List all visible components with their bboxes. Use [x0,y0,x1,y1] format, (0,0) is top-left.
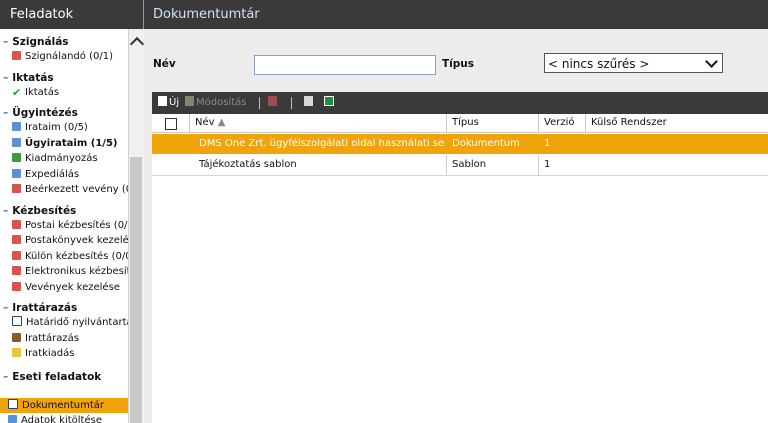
table-row[interactable]: DMS One Zrt. ügyfélszolgálati oldal hasz… [152,134,768,154]
page-title: Dokumentumtár [144,0,768,29]
sidebar-item-beerkezett-veveny[interactable]: Beérkezett vevény (0) [0,182,128,198]
cell-divider [446,155,447,175]
sidebar-menu: Szignálás Szignálandó (0/1) Iktatás ✔Ikt… [0,29,128,423]
sidebar-item-postakonyvek[interactable]: Postakönyvek kezelése [0,233,128,249]
scroll-up-icon[interactable] [129,36,145,52]
sidebar-item-elektronikus-kezbesites[interactable]: Elektronikus kézbesítés [0,264,128,280]
document-grid: Név ▲ Típus Verzió Külső Rendszer DMS On… [152,114,768,423]
type-label: Típus [442,58,475,70]
courier-icon [12,250,21,260]
word-document-icon [8,398,18,409]
sidebar-item-hatarido[interactable]: Határidő nyilvántartás [0,315,128,331]
type-filter-select[interactable]: < nincs szűrés > [544,53,723,73]
archive-icon [12,332,21,342]
sidebar-item-vevenyek[interactable]: Vevények kezelése [0,280,128,296]
group-ugyintezes[interactable]: Ügyintézés [0,106,128,120]
delete-button[interactable] [268,96,279,110]
receipt-icon [12,281,21,291]
new-button[interactable]: Új [158,96,179,110]
sidebar-item-postai-kezbesites[interactable]: Postai kézbesítés (0/0) [0,218,128,234]
send-icon [12,168,21,178]
red-mail-icon [12,51,21,60]
sidebar-item-ugyirataim[interactable]: Ügyirataim (1/5) [0,136,128,152]
sidebar-item-dokumentumtar[interactable]: Dokumentumtár [0,397,128,413]
table-row[interactable]: Tájékoztatás sablon Sablon 1 [152,155,768,176]
sidebar-item-kulon-kezbesites[interactable]: Külön kézbesítés (0/0) [0,249,128,265]
group-irattarazas[interactable]: Irattárazás [0,301,128,315]
clock-icon [12,316,22,326]
group-kezbesites[interactable]: Kézbesítés [0,204,128,218]
handover-icon [12,348,21,357]
form-icon [8,415,17,423]
edit-icon [185,96,194,106]
excel-icon [324,96,334,106]
sidebar-item-expedialas[interactable]: Expediálás [0,167,128,183]
column-header-verzio[interactable]: Verzió [538,114,585,132]
edit-button[interactable]: Módosítás [185,96,246,110]
filter-bar: Név Típus < nincs szűrés > [144,29,768,91]
select-all-checkbox[interactable] [165,118,177,130]
group-eseti-feladatok[interactable]: Eseti feladatok [0,370,128,384]
sidebar-item-iktatas[interactable]: ✔ Iktatás [0,85,128,101]
sidebar-item-irattarazas[interactable]: Irattárazás [0,331,128,347]
sidebar-scrollbar[interactable] [128,29,145,423]
scrollbar-thumb[interactable] [130,157,142,423]
sidebar-item-iratkiadas[interactable]: Iratkiadás [0,346,128,362]
group-iktatas[interactable]: Iktatás [0,71,128,85]
new-document-icon [158,96,167,106]
cell-divider [538,155,539,175]
name-label: Név [153,58,176,70]
check-icon: ✔ [12,85,22,99]
main-panel: Dokumentumtár Név Típus < nincs szűrés >… [144,0,768,423]
email-icon [12,266,21,275]
sort-asc-icon: ▲ [217,117,226,128]
folder-icon [12,137,21,147]
task-sidebar: Feladatok Szignálás Szignálandó (0/1) Ik… [0,0,145,423]
excel-export-button[interactable] [324,96,336,110]
sidebar-item-irataim[interactable]: Irataim (0/5) [0,120,128,136]
chevron-down-icon [705,55,718,68]
toolbar-divider [259,97,260,109]
sidebar-item-kiadmanyozas[interactable]: Kiadmányozás [0,151,128,167]
column-header-nev[interactable]: Név ▲ [189,114,446,132]
sidebar-title: Feladatok [0,0,143,29]
grid-toolbar: Új Módosítás [152,92,768,114]
document-icon [12,122,21,131]
book-icon [12,235,21,244]
print-button[interactable] [304,96,315,110]
column-header-kulso-rendszer[interactable]: Külső Rendszer [585,114,768,132]
sidebar-item-adatok-kitoltese[interactable]: Adatok kitöltése [0,413,128,423]
column-header-tipus[interactable]: Típus [446,114,538,132]
delete-icon [268,96,277,106]
sidebar-item-szignalando[interactable]: Szignálandó (0/1) [0,49,128,65]
sign-icon [12,153,21,162]
group-szignalas[interactable]: Szignálás [0,35,128,49]
grid-header: Név ▲ Típus Verzió Külső Rendszer [152,114,768,133]
print-icon [304,96,313,106]
toolbar-divider [291,97,292,109]
receipt-icon [12,184,21,193]
name-filter-input[interactable] [254,55,436,75]
post-icon [12,219,21,229]
